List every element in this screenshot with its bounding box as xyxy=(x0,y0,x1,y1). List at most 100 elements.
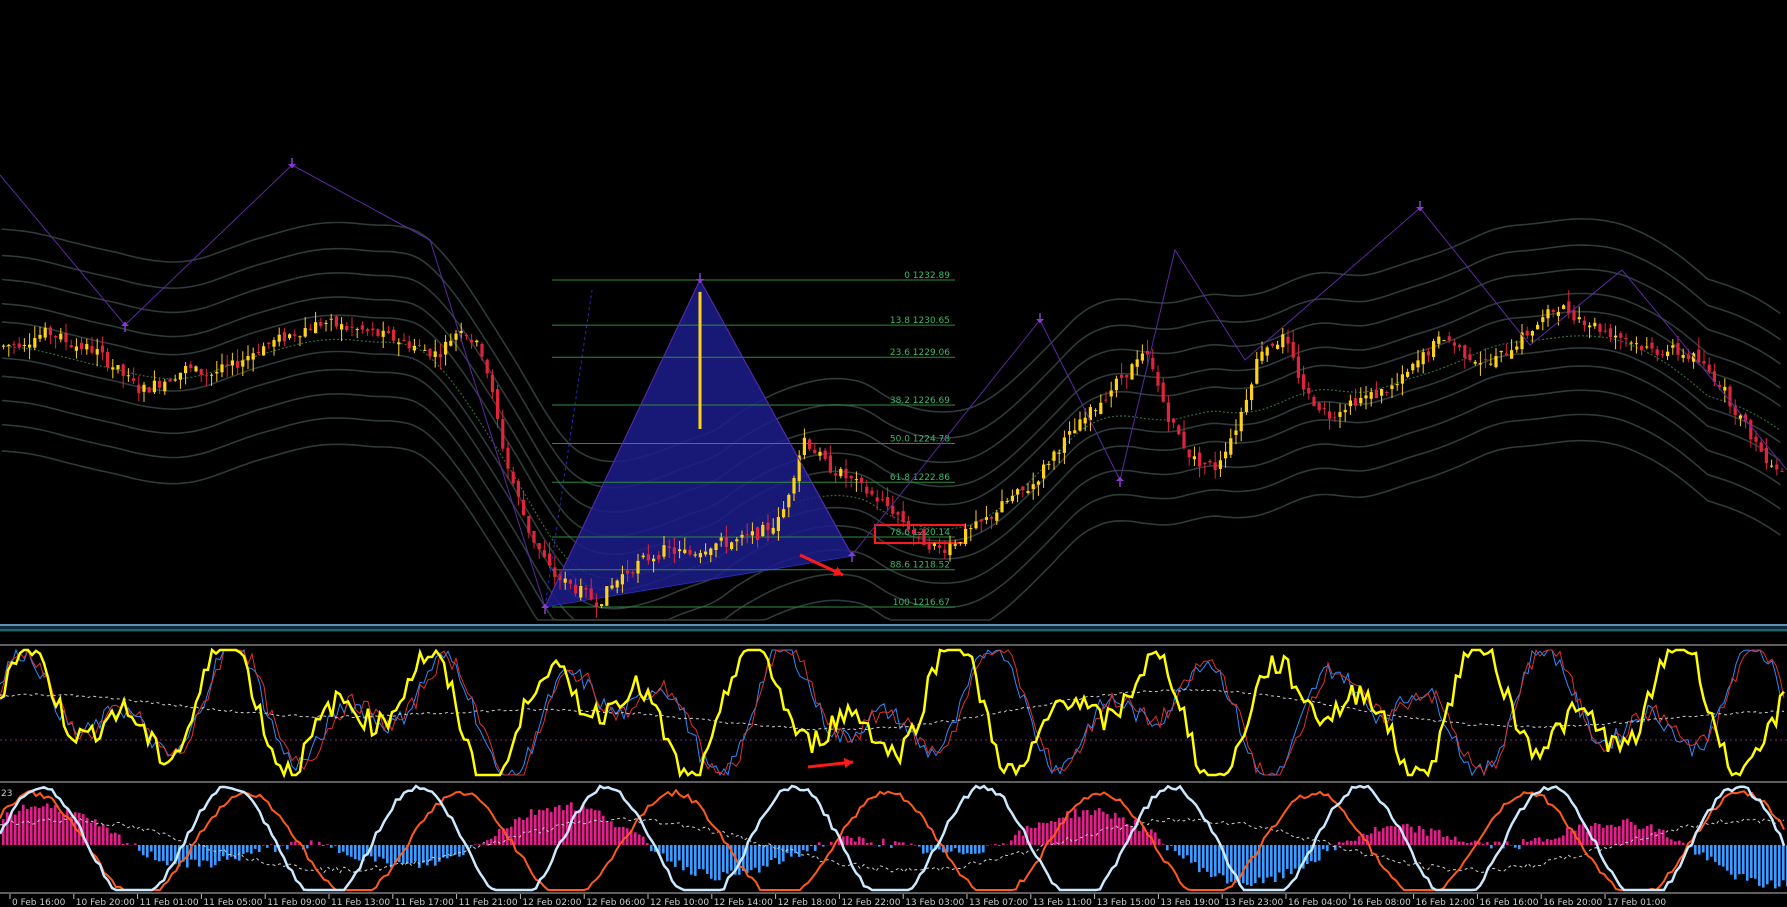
histogram-bar xyxy=(1178,845,1181,856)
candle-body xyxy=(631,572,635,574)
histogram-bar xyxy=(594,810,597,845)
candle-body xyxy=(740,534,744,538)
candle-body xyxy=(979,519,983,522)
histogram-bar xyxy=(1318,845,1321,861)
histogram-bar xyxy=(1678,840,1681,845)
histogram-bar xyxy=(982,845,985,853)
candle-body xyxy=(745,534,749,536)
trading-chart[interactable]: 0 1232.89 13.8 1230.65 23.6 1229.06 38.2 12… xyxy=(0,0,1787,907)
histogram-bar xyxy=(954,845,957,849)
candle-body xyxy=(1515,346,1519,350)
histogram-bar xyxy=(342,845,345,852)
histogram-bar xyxy=(1374,826,1377,845)
candle-body xyxy=(1239,411,1243,432)
histogram-bar xyxy=(42,806,45,845)
time-tick-label: 13 Feb 11:00 xyxy=(1033,898,1092,907)
histogram-bar xyxy=(1090,814,1093,845)
candle-body xyxy=(802,437,806,456)
candle-body xyxy=(121,364,125,376)
histogram-bar xyxy=(878,845,881,847)
histogram-bar xyxy=(1170,845,1173,846)
histogram-bar xyxy=(102,824,105,845)
candle-body xyxy=(1442,340,1446,342)
histogram-bar xyxy=(226,845,229,860)
candle-body xyxy=(423,349,427,351)
histogram-bar xyxy=(110,833,113,845)
candle-body xyxy=(683,549,687,553)
candle-body xyxy=(54,336,58,338)
candle-body xyxy=(106,352,110,368)
time-tick-label: 17 Feb 01:00 xyxy=(1607,898,1666,907)
histogram-bar xyxy=(1114,812,1117,845)
histogram-bar xyxy=(14,814,17,845)
candle-body xyxy=(1047,463,1051,465)
candle-body xyxy=(173,379,177,381)
candle-body xyxy=(958,542,962,544)
histogram-bar xyxy=(1106,814,1109,845)
time-tick-label: 10 Feb 20:00 xyxy=(76,898,135,907)
histogram-bar xyxy=(882,838,885,845)
candle-body xyxy=(334,316,338,327)
histogram-bar xyxy=(978,845,981,854)
candle-body xyxy=(1354,398,1358,406)
candle-body xyxy=(912,529,916,534)
candle-body xyxy=(542,550,546,558)
histogram-bar xyxy=(222,845,225,857)
candle-body xyxy=(839,468,843,477)
chart-background xyxy=(0,0,1787,907)
candle-body xyxy=(823,450,827,460)
chart-canvas[interactable]: 0 1232.89 13.8 1230.65 23.6 1229.06 38.2 12… xyxy=(0,0,1787,907)
histogram-bar xyxy=(582,805,585,845)
histogram-bar xyxy=(106,827,109,845)
histogram-bar xyxy=(690,845,693,875)
histogram-bar xyxy=(410,845,413,864)
candle-body xyxy=(501,419,505,449)
histogram-bar xyxy=(254,845,257,849)
histogram-bar xyxy=(50,807,53,845)
candle-body xyxy=(1307,387,1311,394)
candle-body xyxy=(475,340,479,343)
candle-body xyxy=(537,543,541,550)
histogram-bar xyxy=(846,835,849,845)
candle-body xyxy=(1385,392,1389,394)
time-tick-label: 16 Feb 08:00 xyxy=(1352,898,1411,907)
candle-body xyxy=(485,359,489,374)
candle-body xyxy=(548,553,552,566)
candle-body xyxy=(626,570,630,574)
histogram-bar xyxy=(1734,845,1737,880)
candle-body xyxy=(948,543,952,556)
candle-body xyxy=(932,543,936,546)
candle-body xyxy=(880,499,884,501)
candle-body xyxy=(1057,452,1061,454)
candle-body xyxy=(454,333,458,340)
candle-body xyxy=(886,496,890,507)
histogram-bar xyxy=(962,845,965,855)
candle-body xyxy=(1140,353,1144,361)
histogram-bar xyxy=(922,845,925,854)
histogram-bar xyxy=(1314,845,1317,863)
histogram-bar xyxy=(162,845,165,861)
time-tick-label: 12 Feb 06:00 xyxy=(586,898,645,907)
candle-body xyxy=(1624,337,1628,340)
candle-body xyxy=(298,336,302,338)
histogram-bar xyxy=(726,845,729,874)
candle-body xyxy=(1036,481,1040,485)
histogram-bar xyxy=(1706,845,1709,861)
candle-body xyxy=(1359,397,1363,404)
candle-body xyxy=(459,331,463,333)
candle-body xyxy=(1166,402,1170,422)
candle-body xyxy=(1094,410,1098,412)
candle-body xyxy=(735,539,739,542)
histogram-bar xyxy=(306,845,309,849)
candle-body xyxy=(1125,375,1129,378)
histogram-bar xyxy=(518,817,521,845)
histogram-bar xyxy=(1198,845,1201,873)
histogram-bar xyxy=(958,845,961,853)
histogram-bar xyxy=(1566,827,1569,845)
histogram-bar xyxy=(350,845,353,857)
fib-level-label: 38.2 1226.69 xyxy=(890,396,950,406)
histogram-bar xyxy=(486,840,489,845)
histogram-bar xyxy=(1378,831,1381,845)
histogram-bar xyxy=(926,845,929,853)
histogram-bar xyxy=(18,810,21,845)
